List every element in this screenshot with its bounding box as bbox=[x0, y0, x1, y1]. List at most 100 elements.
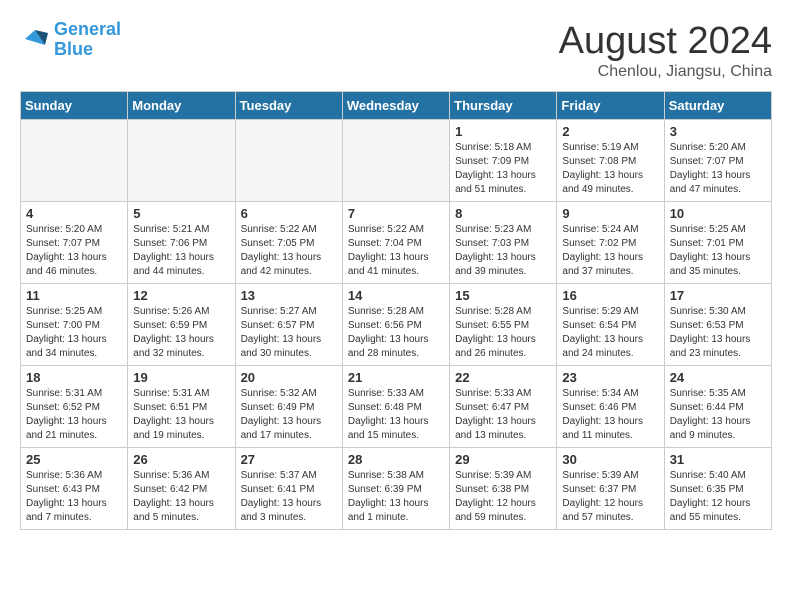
day-info: Sunrise: 5:25 AM Sunset: 7:01 PM Dayligh… bbox=[670, 223, 766, 279]
day-number: 22 bbox=[455, 370, 551, 385]
day-cell: 28 Sunrise: 5:38 AM Sunset: 6:39 PM Dayli… bbox=[342, 448, 449, 530]
day-cell: 3 Sunrise: 5:20 AM Sunset: 7:07 PM Daylig… bbox=[664, 120, 771, 202]
day-info: Sunrise: 5:38 AM Sunset: 6:39 PM Dayligh… bbox=[348, 469, 444, 525]
day-number: 29 bbox=[455, 452, 551, 467]
day-number: 20 bbox=[241, 370, 337, 385]
day-cell: 26 Sunrise: 5:36 AM Sunset: 6:42 PM Dayli… bbox=[128, 448, 235, 530]
day-number: 21 bbox=[348, 370, 444, 385]
calendar-table: SundayMondayTuesdayWednesdayThursdayFrid… bbox=[20, 91, 772, 530]
day-cell: 18 Sunrise: 5:31 AM Sunset: 6:52 PM Dayli… bbox=[21, 366, 128, 448]
day-info: Sunrise: 5:28 AM Sunset: 6:56 PM Dayligh… bbox=[348, 305, 444, 361]
day-number: 16 bbox=[562, 288, 658, 303]
day-info: Sunrise: 5:31 AM Sunset: 6:51 PM Dayligh… bbox=[133, 387, 229, 443]
day-cell: 1 Sunrise: 5:18 AM Sunset: 7:09 PM Daylig… bbox=[450, 120, 557, 202]
day-cell: 9 Sunrise: 5:24 AM Sunset: 7:02 PM Daylig… bbox=[557, 202, 664, 284]
column-header-monday: Monday bbox=[128, 92, 235, 120]
day-number: 14 bbox=[348, 288, 444, 303]
day-info: Sunrise: 5:18 AM Sunset: 7:09 PM Dayligh… bbox=[455, 141, 551, 197]
day-number: 1 bbox=[455, 124, 551, 139]
logo: General Blue bbox=[20, 20, 121, 60]
day-info: Sunrise: 5:22 AM Sunset: 7:04 PM Dayligh… bbox=[348, 223, 444, 279]
day-number: 28 bbox=[348, 452, 444, 467]
day-info: Sunrise: 5:24 AM Sunset: 7:02 PM Dayligh… bbox=[562, 223, 658, 279]
day-info: Sunrise: 5:21 AM Sunset: 7:06 PM Dayligh… bbox=[133, 223, 229, 279]
day-cell: 17 Sunrise: 5:30 AM Sunset: 6:53 PM Dayli… bbox=[664, 284, 771, 366]
day-cell: 5 Sunrise: 5:21 AM Sunset: 7:06 PM Daylig… bbox=[128, 202, 235, 284]
day-info: Sunrise: 5:36 AM Sunset: 6:43 PM Dayligh… bbox=[26, 469, 122, 525]
day-cell: 30 Sunrise: 5:39 AM Sunset: 6:37 PM Dayli… bbox=[557, 448, 664, 530]
day-cell: 21 Sunrise: 5:33 AM Sunset: 6:48 PM Dayli… bbox=[342, 366, 449, 448]
day-cell: 24 Sunrise: 5:35 AM Sunset: 6:44 PM Dayli… bbox=[664, 366, 771, 448]
day-number: 31 bbox=[670, 452, 766, 467]
day-cell: 13 Sunrise: 5:27 AM Sunset: 6:57 PM Dayli… bbox=[235, 284, 342, 366]
day-info: Sunrise: 5:26 AM Sunset: 6:59 PM Dayligh… bbox=[133, 305, 229, 361]
day-number: 9 bbox=[562, 206, 658, 221]
day-info: Sunrise: 5:32 AM Sunset: 6:49 PM Dayligh… bbox=[241, 387, 337, 443]
day-info: Sunrise: 5:35 AM Sunset: 6:44 PM Dayligh… bbox=[670, 387, 766, 443]
day-info: Sunrise: 5:28 AM Sunset: 6:55 PM Dayligh… bbox=[455, 305, 551, 361]
day-cell: 29 Sunrise: 5:39 AM Sunset: 6:38 PM Dayli… bbox=[450, 448, 557, 530]
day-cell bbox=[128, 120, 235, 202]
day-info: Sunrise: 5:20 AM Sunset: 7:07 PM Dayligh… bbox=[26, 223, 122, 279]
day-number: 5 bbox=[133, 206, 229, 221]
day-number: 3 bbox=[670, 124, 766, 139]
day-number: 27 bbox=[241, 452, 337, 467]
day-cell: 8 Sunrise: 5:23 AM Sunset: 7:03 PM Daylig… bbox=[450, 202, 557, 284]
day-info: Sunrise: 5:29 AM Sunset: 6:54 PM Dayligh… bbox=[562, 305, 658, 361]
day-info: Sunrise: 5:23 AM Sunset: 7:03 PM Dayligh… bbox=[455, 223, 551, 279]
day-info: Sunrise: 5:33 AM Sunset: 6:47 PM Dayligh… bbox=[455, 387, 551, 443]
day-number: 23 bbox=[562, 370, 658, 385]
day-number: 24 bbox=[670, 370, 766, 385]
day-info: Sunrise: 5:36 AM Sunset: 6:42 PM Dayligh… bbox=[133, 469, 229, 525]
day-cell: 16 Sunrise: 5:29 AM Sunset: 6:54 PM Dayli… bbox=[557, 284, 664, 366]
week-row-2: 4 Sunrise: 5:20 AM Sunset: 7:07 PM Daylig… bbox=[21, 202, 772, 284]
day-number: 17 bbox=[670, 288, 766, 303]
day-number: 10 bbox=[670, 206, 766, 221]
day-info: Sunrise: 5:37 AM Sunset: 6:41 PM Dayligh… bbox=[241, 469, 337, 525]
day-info: Sunrise: 5:30 AM Sunset: 6:53 PM Dayligh… bbox=[670, 305, 766, 361]
day-cell: 23 Sunrise: 5:34 AM Sunset: 6:46 PM Dayli… bbox=[557, 366, 664, 448]
week-row-3: 11Sunrise: 5:25 AM Sunset: 7:00 PM Dayli… bbox=[21, 284, 772, 366]
logo-text: General Blue bbox=[54, 20, 121, 60]
day-number: 6 bbox=[241, 206, 337, 221]
day-cell bbox=[235, 120, 342, 202]
page-header: General Blue August 2024 Chenlou, Jiangs… bbox=[20, 20, 772, 81]
day-cell bbox=[21, 120, 128, 202]
column-header-sunday: Sunday bbox=[21, 92, 128, 120]
day-info: Sunrise: 5:33 AM Sunset: 6:48 PM Dayligh… bbox=[348, 387, 444, 443]
day-info: Sunrise: 5:27 AM Sunset: 6:57 PM Dayligh… bbox=[241, 305, 337, 361]
day-cell: 12Sunrise: 5:26 AM Sunset: 6:59 PM Dayli… bbox=[128, 284, 235, 366]
day-number: 2 bbox=[562, 124, 658, 139]
day-number: 18 bbox=[26, 370, 122, 385]
day-info: Sunrise: 5:22 AM Sunset: 7:05 PM Dayligh… bbox=[241, 223, 337, 279]
day-number: 4 bbox=[26, 206, 122, 221]
day-number: 13 bbox=[241, 288, 337, 303]
day-cell: 14 Sunrise: 5:28 AM Sunset: 6:56 PM Dayli… bbox=[342, 284, 449, 366]
day-cell: 19 Sunrise: 5:31 AM Sunset: 6:51 PM Dayli… bbox=[128, 366, 235, 448]
day-info: Sunrise: 5:20 AM Sunset: 7:07 PM Dayligh… bbox=[670, 141, 766, 197]
day-info: Sunrise: 5:25 AM Sunset: 7:00 PM Dayligh… bbox=[26, 305, 122, 361]
day-info: Sunrise: 5:39 AM Sunset: 6:37 PM Dayligh… bbox=[562, 469, 658, 525]
day-number: 19 bbox=[133, 370, 229, 385]
day-number: 26 bbox=[133, 452, 229, 467]
day-cell: 27 Sunrise: 5:37 AM Sunset: 6:41 PM Dayli… bbox=[235, 448, 342, 530]
day-number: 7 bbox=[348, 206, 444, 221]
column-header-friday: Friday bbox=[557, 92, 664, 120]
logo-icon bbox=[20, 25, 50, 55]
header-row: SundayMondayTuesdayWednesdayThursdayFrid… bbox=[21, 92, 772, 120]
day-cell: 10 Sunrise: 5:25 AM Sunset: 7:01 PM Dayli… bbox=[664, 202, 771, 284]
week-row-5: 25Sunrise: 5:36 AM Sunset: 6:43 PM Dayli… bbox=[21, 448, 772, 530]
month-title: August 2024 bbox=[559, 20, 772, 63]
day-cell: 22 Sunrise: 5:33 AM Sunset: 6:47 PM Dayli… bbox=[450, 366, 557, 448]
day-info: Sunrise: 5:19 AM Sunset: 7:08 PM Dayligh… bbox=[562, 141, 658, 197]
day-number: 15 bbox=[455, 288, 551, 303]
day-number: 8 bbox=[455, 206, 551, 221]
day-cell bbox=[342, 120, 449, 202]
day-number: 30 bbox=[562, 452, 658, 467]
day-cell: 4 Sunrise: 5:20 AM Sunset: 7:07 PM Daylig… bbox=[21, 202, 128, 284]
day-info: Sunrise: 5:39 AM Sunset: 6:38 PM Dayligh… bbox=[455, 469, 551, 525]
location: Chenlou, Jiangsu, China bbox=[559, 63, 772, 81]
column-header-tuesday: Tuesday bbox=[235, 92, 342, 120]
day-info: Sunrise: 5:31 AM Sunset: 6:52 PM Dayligh… bbox=[26, 387, 122, 443]
day-info: Sunrise: 5:34 AM Sunset: 6:46 PM Dayligh… bbox=[562, 387, 658, 443]
